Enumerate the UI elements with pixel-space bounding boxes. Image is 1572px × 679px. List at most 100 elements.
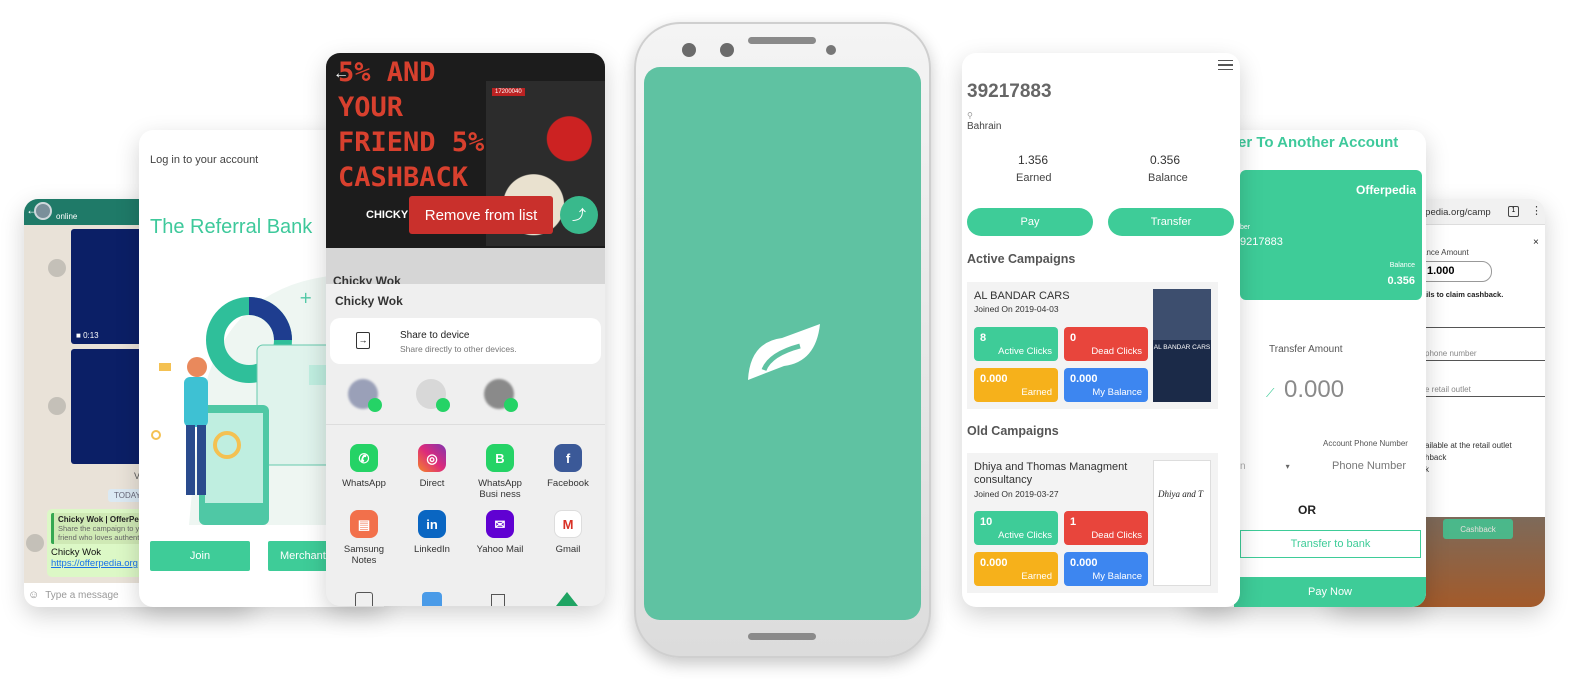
old-campaigns-heading: Old Campaigns <box>967 424 1059 438</box>
account-card: Offerpedia ber 9217883 Balance 0.356 <box>1240 170 1422 300</box>
whatsapp-badge-icon <box>368 398 382 412</box>
cashback-button[interactable]: Cashback <box>1443 519 1513 539</box>
share-app-samsung-notes[interactable]: ▤ Samsung Notes <box>334 510 394 566</box>
video-message[interactable] <box>71 349 143 464</box>
share-sheet: Chicky Wok → Share to device Share direc… <box>326 284 605 606</box>
splash-screen <box>644 67 921 620</box>
yahoo-mail-icon: ✉ <box>486 510 514 538</box>
phone-number-input[interactable]: phone number <box>1425 349 1545 361</box>
campaign-card[interactable]: AL BANDAR CARS Joined On 2019-04-03 8 Act… <box>967 282 1218 409</box>
chevron-down-icon: ▾ <box>1285 462 1290 471</box>
share-app-direct[interactable]: ◎ Direct <box>402 444 462 489</box>
speaker-grille <box>748 37 816 44</box>
transfer-to-bank-button[interactable]: Transfer to bank <box>1240 530 1421 558</box>
share-sheet-screen: 5% AND YOUR FRIEND 5% CASHBACK 17200040 CHI… <box>326 53 605 606</box>
campaign-thumbnail: Dhiya and T <box>1153 460 1211 586</box>
more-app-icon[interactable] <box>422 592 442 606</box>
join-button[interactable]: Join <box>150 541 250 571</box>
front-sensor <box>720 43 734 57</box>
phone-input[interactable]: Phone Number <box>1332 460 1406 472</box>
share-to-device-row[interactable]: → Share to device Share directly to othe… <box>330 318 601 364</box>
close-icon[interactable]: × <box>1533 237 1539 248</box>
forward-icon[interactable] <box>48 397 66 415</box>
video-message[interactable] <box>71 229 143 344</box>
card-number: 9217883 <box>1240 236 1283 248</box>
gmail-icon: M <box>554 510 582 538</box>
location: Bahrain <box>967 121 1002 132</box>
drive-icon[interactable] <box>556 592 578 606</box>
avatar[interactable] <box>34 202 52 220</box>
bottom-speaker <box>748 633 816 640</box>
instagram-icon: ◎ <box>418 444 446 472</box>
share-app-gmail[interactable]: M Gmail <box>538 510 598 555</box>
pay-now-button[interactable]: Pay Now <box>1234 577 1426 607</box>
transfer-button[interactable]: Transfer <box>1108 208 1234 236</box>
balance-label: ance Amount <box>1422 248 1469 257</box>
url-text[interactable]: rpedia.org/camp <box>1422 207 1491 218</box>
balance-value: 0.356 <box>1150 153 1181 167</box>
share-app-linkedin[interactable]: in LinkedIn <box>402 510 462 555</box>
copy-icon[interactable] <box>491 594 505 606</box>
front-camera <box>682 43 696 57</box>
phone-mockup <box>634 22 931 658</box>
card-number-label: ber <box>1240 224 1251 231</box>
info-line: ailable at the retail outlet <box>1425 441 1512 450</box>
remove-from-list-button[interactable]: Remove from list <box>409 196 553 234</box>
banner-badge: 17200040 <box>492 88 525 96</box>
linkedin-icon: in <box>418 510 446 538</box>
device-title: Share to device <box>400 330 470 341</box>
dead-clicks-tile: 1 Dead Clicks <box>1064 511 1148 545</box>
campaign-card[interactable]: Dhiya and Thomas Managment consultancy J… <box>967 453 1218 593</box>
balance-tile: 0.000 My Balance <box>1064 552 1148 586</box>
active-clicks-tile: 8 Active Clicks <box>974 327 1058 361</box>
share-app-yahoo-mail[interactable]: ✉ Yahoo Mail <box>470 510 530 555</box>
whatsapp-badge-icon <box>436 398 450 412</box>
claim-text: ails to claim cashback. <box>1422 290 1504 299</box>
card-brand: Offerpedia <box>1355 183 1416 197</box>
campaign-name: AL BANDAR CARS <box>974 290 1070 302</box>
earned-tile: 0.000 Earned <box>974 552 1058 586</box>
retail-outlet-input[interactable]: e retail outlet <box>1425 385 1545 397</box>
divider <box>1422 327 1545 328</box>
pay-button[interactable]: Pay <box>967 208 1093 236</box>
share-icon[interactable]: ⤴ <box>560 196 598 234</box>
share-app-whatsapp[interactable]: ✆ WhatsApp <box>334 444 394 489</box>
earned-tile: 0.000 Earned <box>974 368 1058 402</box>
video-duration: ■ 0:13 <box>76 331 99 340</box>
peek-title: Chicky Wok <box>333 274 401 284</box>
amount-value[interactable]: 0.000 <box>1284 376 1344 404</box>
forward-icon[interactable] <box>48 259 66 277</box>
app-title: The Referral Bank <box>150 216 313 238</box>
tabs-icon[interactable]: 1 <box>1508 206 1519 217</box>
currency-icon: ⟋ <box>1266 386 1275 400</box>
emoji-icon[interactable]: ☺ <box>28 589 39 601</box>
message-placeholder: Type a message <box>45 589 119 601</box>
device-share-icon: → <box>356 332 370 349</box>
svg-text:+: + <box>299 288 312 307</box>
card-balance: 0.356 <box>1387 275 1415 287</box>
whatsapp-business-icon: B <box>486 444 514 472</box>
amount-label: Transfer Amount <box>1269 344 1343 355</box>
sheet-divider <box>326 424 605 425</box>
more-app-icon[interactable] <box>355 592 373 606</box>
account-dashboard-screen: 39217883 ⚲ Bahrain 1.356 Earned 0.356 Ba… <box>962 53 1240 607</box>
account-number: 39217883 <box>967 81 1052 102</box>
active-campaigns-heading: Active Campaigns <box>967 252 1076 266</box>
share-app-whatsapp-business[interactable]: B WhatsApp Busi ness <box>470 444 530 500</box>
overflow-menu-icon[interactable]: ⋮ <box>1531 204 1542 217</box>
dead-clicks-tile: 0 Dead Clicks <box>1064 327 1148 361</box>
whatsapp-badge-icon <box>504 398 518 412</box>
forward-icon[interactable] <box>26 534 44 552</box>
showcase-stage: ← online ■ 0:13 V TODAY Chicky Wok | Off… <box>0 0 1572 679</box>
hamburger-menu-icon[interactable] <box>1218 60 1233 70</box>
back-arrow-icon[interactable]: ← <box>333 65 349 83</box>
share-app-facebook[interactable]: f Facebook <box>538 444 598 489</box>
info-line: hback <box>1425 453 1447 462</box>
country-select[interactable]: n ▾ <box>1240 461 1296 472</box>
campaign-thumbnail: AL BANDAR CARS <box>1153 289 1211 402</box>
campaign-name: Dhiya and Thomas Managment consultancy <box>974 461 1128 486</box>
earned-label: Earned <box>1016 172 1052 184</box>
location-pin-icon: ⚲ <box>967 111 973 120</box>
facebook-icon: f <box>554 444 582 472</box>
earned-value: 1.356 <box>1018 153 1049 167</box>
